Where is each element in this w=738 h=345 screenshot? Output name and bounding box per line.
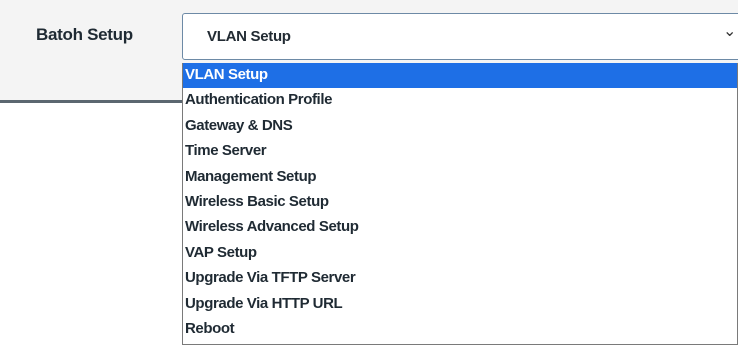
dropdown-option[interactable]: Management Setup bbox=[183, 165, 737, 190]
dropdown-option[interactable]: Upgrade Via TFTP Server bbox=[183, 266, 737, 291]
batch-setup-label: Batoh Setup bbox=[36, 25, 133, 44]
dropdown-option[interactable]: Gateway & DNS bbox=[183, 114, 737, 139]
dropdown-option[interactable]: VAP Setup bbox=[183, 241, 737, 266]
setup-dropdown-list: VLAN Setup Authentication Profile Gatewa… bbox=[182, 63, 738, 345]
dropdown-option[interactable]: Time Server bbox=[183, 139, 737, 164]
chevron-down-icon[interactable]: ⌄ bbox=[723, 24, 736, 40]
dropdown-option[interactable]: Authentication Profile bbox=[183, 88, 737, 113]
dropdown-option[interactable]: Wireless Advanced Setup bbox=[183, 215, 737, 240]
dropdown-option[interactable]: Wireless Basic Setup bbox=[183, 190, 737, 215]
setup-select-value: VLAN Setup bbox=[207, 28, 291, 45]
batch-setup-page: Batoh Setup VLAN Setup ⌄ VLAN Setup Auth… bbox=[0, 0, 738, 345]
setup-select[interactable]: VLAN Setup ⌄ bbox=[182, 13, 738, 60]
dropdown-option[interactable]: Reboot bbox=[183, 317, 737, 342]
dropdown-option[interactable]: VLAN Setup bbox=[183, 63, 737, 89]
dropdown-option[interactable]: Upgrade Via HTTP URL bbox=[183, 292, 737, 317]
